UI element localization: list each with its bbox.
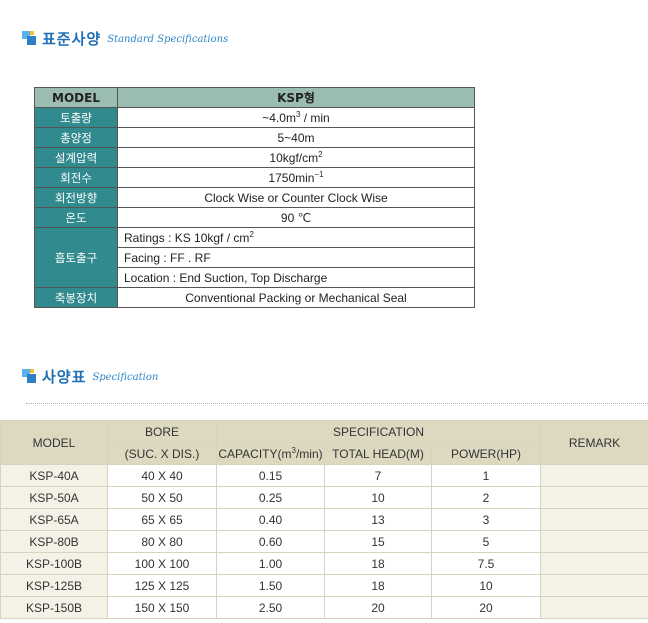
spec-cell-remark <box>540 530 648 553</box>
spec-cell-power: 20 <box>430 596 542 619</box>
spec-cell-capacity: 0.40 <box>216 508 325 531</box>
spec-table-row: KSP-65A 65 X 65 0.40 13 3 <box>0 508 648 531</box>
spec-header-bore: BORE <box>107 420 217 443</box>
spec-heading: 사양표 Specification <box>22 366 158 386</box>
std-row: 회전수 1750min−1 <box>34 167 475 188</box>
std-row-label: 회전방향 <box>34 187 118 208</box>
spec-cell-bore: 50 X 50 <box>107 486 217 509</box>
spec-cell-model: KSP-80B <box>0 530 108 553</box>
spec-cell-head: 13 <box>324 508 432 531</box>
std-row-label: 총양정 <box>34 127 118 148</box>
standard-specs-table: MODEL KSP형 토출량 ~4.0m3 / min 총양정 5~40m 설계… <box>34 87 475 308</box>
spec-cell-head: 10 <box>324 486 432 509</box>
std-row: 토출량 ~4.0m3 / min <box>34 107 475 128</box>
spec-cell-power: 7.5 <box>430 552 542 575</box>
std-row-value: 1750min−1 <box>117 167 475 188</box>
spec-cell-model: KSP-150B <box>0 596 108 619</box>
spec-header-capacity: CAPACITY(m3/min) <box>216 442 325 465</box>
spec-cell-head: 18 <box>324 574 432 597</box>
spec-cell-capacity: 1.00 <box>216 552 325 575</box>
spec-cell-head: 7 <box>324 464 432 487</box>
std-seal-value: Conventional Packing or Mechanical Seal <box>117 287 475 308</box>
spec-cell-capacity: 1.50 <box>216 574 325 597</box>
spec-cell-power: 5 <box>430 530 542 553</box>
std-row: 온도 90 ℃ <box>34 207 475 228</box>
std-nozzle-facing: Facing : FF . RF <box>117 247 475 268</box>
std-seal-label: 축봉장치 <box>34 287 118 308</box>
spec-cell-capacity: 0.15 <box>216 464 325 487</box>
spec-table-row: KSP-40A 40 X 40 0.15 7 1 <box>0 464 648 487</box>
spec-title: 사양표 <box>42 367 87 386</box>
section-bullet-icon <box>22 369 36 383</box>
std-header-model: MODEL <box>34 87 118 108</box>
spec-cell-model: KSP-40A <box>0 464 108 487</box>
std-seal-row: 축봉장치 Conventional Packing or Mechanical … <box>34 287 475 308</box>
spec-subtitle: Specification <box>92 372 159 383</box>
std-nozzle-location: Location : End Suction, Top Discharge <box>117 267 475 288</box>
std-row: 설계압력 10kgf/cm2 <box>34 147 475 168</box>
std-row: 회전방향 Clock Wise or Counter Clock Wise <box>34 187 475 208</box>
spec-cell-model: KSP-100B <box>0 552 108 575</box>
spec-cell-capacity: 2.50 <box>216 596 325 619</box>
spec-header-model: MODEL <box>0 420 108 465</box>
spec-table-row: KSP-50A 50 X 50 0.25 10 2 <box>0 486 648 509</box>
spec-cell-remark <box>540 552 648 575</box>
std-row-value: 10kgf/cm2 <box>117 147 475 168</box>
std-row-label: 설계압력 <box>34 147 118 168</box>
std-nozzle-ratings: Ratings : KS 10kgf / cm2 <box>117 227 475 248</box>
spec-header-power: POWER(HP) <box>430 442 542 465</box>
section-divider <box>26 403 648 404</box>
spec-cell-remark <box>540 486 648 509</box>
spec-cell-remark <box>540 464 648 487</box>
standard-specs-subtitle: Standard Specifications <box>107 34 229 45</box>
spec-cell-bore: 100 X 100 <box>107 552 217 575</box>
std-row: 총양정 5~40m <box>34 127 475 148</box>
section-bullet-icon <box>22 31 36 45</box>
spec-cell-bore: 80 X 80 <box>107 530 217 553</box>
spec-table-row: KSP-150B 150 X 150 2.50 20 20 <box>0 596 648 619</box>
spec-cell-model: KSP-50A <box>0 486 108 509</box>
spec-cell-capacity: 0.60 <box>216 530 325 553</box>
spec-cell-head: 18 <box>324 552 432 575</box>
spec-table-row: KSP-125B 125 X 125 1.50 18 10 <box>0 574 648 597</box>
std-header-row: MODEL KSP형 <box>34 87 475 108</box>
spec-cell-capacity: 0.25 <box>216 486 325 509</box>
spec-cell-bore: 125 X 125 <box>107 574 217 597</box>
spec-header-remark: REMARK <box>540 420 648 465</box>
spec-cell-head: 15 <box>324 530 432 553</box>
spec-header-total-head: TOTAL HEAD(M) <box>324 442 432 465</box>
spec-cell-bore: 150 X 150 <box>107 596 217 619</box>
std-header-ksp: KSP형 <box>117 87 475 108</box>
spec-cell-power: 10 <box>430 574 542 597</box>
spec-header-specification: SPECIFICATION <box>215 420 542 443</box>
std-row-value: 90 ℃ <box>117 207 475 228</box>
spec-cell-power: 3 <box>430 508 542 531</box>
std-nozzle-label: 흡토출구 <box>34 227 118 288</box>
std-row-label: 회전수 <box>34 167 118 188</box>
spec-cell-model: KSP-65A <box>0 508 108 531</box>
spec-cell-remark <box>540 596 648 619</box>
spec-header-row: MODEL BORE SPECIFICATION REMARK <box>0 420 648 465</box>
standard-specs-title: 표준사양 <box>42 29 102 48</box>
spec-table-row: KSP-100B 100 X 100 1.00 18 7.5 <box>0 552 648 575</box>
std-row-value: 5~40m <box>117 127 475 148</box>
spec-cell-head: 20 <box>324 596 432 619</box>
spec-cell-model: KSP-125B <box>0 574 108 597</box>
spec-cell-power: 2 <box>430 486 542 509</box>
spec-cell-bore: 40 X 40 <box>107 464 217 487</box>
spec-table-body: KSP-40A 40 X 40 0.15 7 1 KSP-50A 50 X 50 0.25 10… <box>0 464 648 619</box>
std-row-value: ~4.0m3 / min <box>117 107 475 128</box>
std-row-label: 토출량 <box>34 107 118 128</box>
spec-cell-power: 1 <box>430 464 542 487</box>
spec-cell-remark <box>540 574 648 597</box>
spec-cell-remark <box>540 508 648 531</box>
std-nozzle-row: 흡토출구 Ratings : KS 10kgf / cm2 <box>34 227 475 288</box>
std-row-label: 온도 <box>34 207 118 228</box>
spec-header-bore-sub: (SUC. X DIS.) <box>107 442 217 465</box>
spec-table-row: KSP-80B 80 X 80 0.60 15 5 <box>0 530 648 553</box>
standard-specs-heading: 표준사양 Standard Specifications <box>22 28 228 48</box>
spec-cell-bore: 65 X 65 <box>107 508 217 531</box>
spec-table: MODEL BORE SPECIFICATION REMARK (SUC. X … <box>0 420 648 619</box>
std-row-value: Clock Wise or Counter Clock Wise <box>117 187 475 208</box>
